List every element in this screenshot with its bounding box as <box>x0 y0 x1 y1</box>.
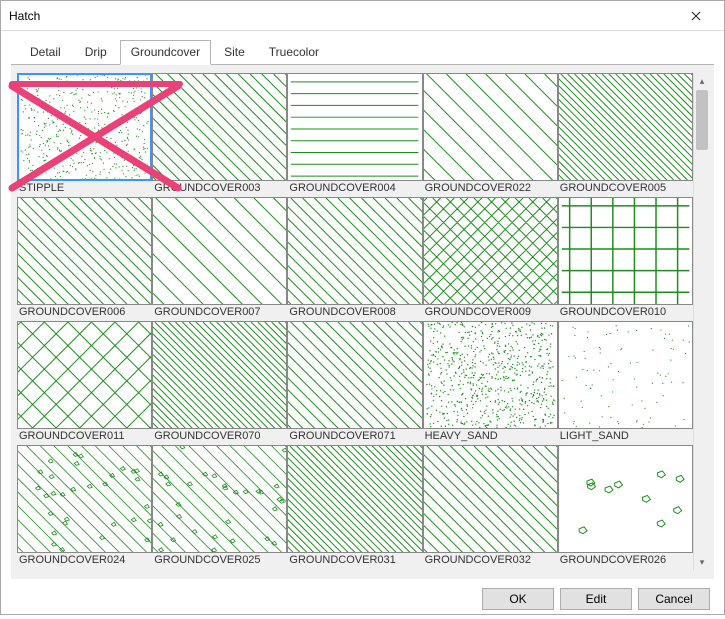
tab-bar: Detail Drip Groundcover Site Truecolor <box>1 31 724 64</box>
pattern-swatch <box>558 321 693 429</box>
pattern-swatch <box>152 321 287 429</box>
tab-truecolor[interactable]: Truecolor <box>258 40 330 65</box>
pattern-card[interactable]: GROUNDCOVER011 <box>17 321 152 445</box>
pattern-swatch <box>152 197 287 305</box>
pattern-card[interactable]: GROUNDCOVER006 <box>17 197 152 321</box>
pattern-card[interactable]: GROUNDCOVER009 <box>423 197 558 321</box>
tab-groundcover[interactable]: Groundcover <box>120 40 211 65</box>
pattern-caption: GROUNDCOVER070 <box>152 429 287 445</box>
pattern-caption: GROUNDCOVER026 <box>558 553 693 569</box>
close-icon <box>691 11 701 21</box>
dialog-footer: OK Edit Cancel <box>1 585 724 619</box>
close-button[interactable] <box>676 2 716 30</box>
pattern-card[interactable]: GROUNDCOVER003 <box>152 73 287 197</box>
pattern-card[interactable]: GROUNDCOVER032 <box>423 445 558 569</box>
pattern-card[interactable]: GROUNDCOVER008 <box>287 197 422 321</box>
pattern-swatch <box>558 197 693 305</box>
pattern-caption: GROUNDCOVER024 <box>17 553 152 569</box>
pattern-swatch <box>152 73 287 181</box>
pattern-swatch <box>558 445 693 553</box>
pattern-swatch <box>17 197 152 305</box>
tab-drip[interactable]: Drip <box>74 40 118 65</box>
pattern-swatch <box>423 197 558 305</box>
cancel-button[interactable]: Cancel <box>638 588 710 610</box>
pattern-swatch <box>152 445 287 553</box>
pattern-card[interactable]: HEAVY_SAND <box>423 321 558 445</box>
pattern-caption: STIPPLE <box>17 181 152 197</box>
pattern-card[interactable]: GROUNDCOVER070 <box>152 321 287 445</box>
scroll-down-arrow[interactable]: ▾ <box>694 554 710 571</box>
pattern-card[interactable]: GROUNDCOVER022 <box>423 73 558 197</box>
pattern-caption: GROUNDCOVER010 <box>558 305 693 321</box>
tab-detail[interactable]: Detail <box>19 40 72 65</box>
pattern-caption: GROUNDCOVER005 <box>558 181 693 197</box>
pattern-card[interactable]: GROUNDCOVER025 <box>152 445 287 569</box>
pattern-card[interactable]: GROUNDCOVER010 <box>558 197 693 321</box>
pattern-caption: GROUNDCOVER007 <box>152 305 287 321</box>
pattern-caption: GROUNDCOVER006 <box>17 305 152 321</box>
pattern-card[interactable]: LIGHT_SAND <box>558 321 693 445</box>
pattern-caption: LIGHT_SAND <box>558 429 693 445</box>
pattern-card[interactable]: GROUNDCOVER026 <box>558 445 693 569</box>
scroll-thumb[interactable] <box>696 90 708 150</box>
pattern-swatch <box>423 321 558 429</box>
pattern-caption: HEAVY_SAND <box>423 429 558 445</box>
pattern-caption: GROUNDCOVER071 <box>287 429 422 445</box>
pattern-swatch <box>287 197 422 305</box>
pattern-card[interactable]: STIPPLE <box>17 73 152 197</box>
pattern-swatch <box>17 321 152 429</box>
pattern-caption: GROUNDCOVER032 <box>423 553 558 569</box>
pattern-swatch <box>558 73 693 181</box>
vertical-scrollbar[interactable]: ▴ ▾ <box>693 73 710 571</box>
pattern-card[interactable]: GROUNDCOVER031 <box>287 445 422 569</box>
pattern-swatch <box>287 445 422 553</box>
window-title: Hatch <box>9 9 676 23</box>
pattern-caption: GROUNDCOVER004 <box>287 181 422 197</box>
pattern-card[interactable]: GROUNDCOVER071 <box>287 321 422 445</box>
pattern-grid: STIPPLEGROUNDCOVER003GROUNDCOVER004GROUN… <box>17 73 693 571</box>
pattern-swatch <box>287 321 422 429</box>
ok-button[interactable]: OK <box>482 588 554 610</box>
pattern-caption: GROUNDCOVER009 <box>423 305 558 321</box>
pattern-caption: GROUNDCOVER008 <box>287 305 422 321</box>
pattern-swatch <box>423 73 558 181</box>
pattern-panel: STIPPLEGROUNDCOVER003GROUNDCOVER004GROUN… <box>11 64 714 579</box>
scroll-up-arrow[interactable]: ▴ <box>694 73 710 90</box>
pattern-swatch <box>423 445 558 553</box>
pattern-caption: GROUNDCOVER022 <box>423 181 558 197</box>
pattern-card[interactable]: GROUNDCOVER004 <box>287 73 422 197</box>
pattern-swatch <box>17 73 152 181</box>
pattern-caption: GROUNDCOVER031 <box>287 553 422 569</box>
pattern-swatch <box>17 445 152 553</box>
pattern-card[interactable]: GROUNDCOVER024 <box>17 445 152 569</box>
pattern-card[interactable]: GROUNDCOVER005 <box>558 73 693 197</box>
pattern-swatch <box>287 73 422 181</box>
pattern-caption: GROUNDCOVER025 <box>152 553 287 569</box>
edit-button[interactable]: Edit <box>560 588 632 610</box>
pattern-caption: GROUNDCOVER011 <box>17 429 152 445</box>
pattern-card[interactable]: GROUNDCOVER007 <box>152 197 287 321</box>
pattern-caption: GROUNDCOVER003 <box>152 181 287 197</box>
titlebar: Hatch <box>1 1 724 31</box>
tab-site[interactable]: Site <box>213 40 256 65</box>
